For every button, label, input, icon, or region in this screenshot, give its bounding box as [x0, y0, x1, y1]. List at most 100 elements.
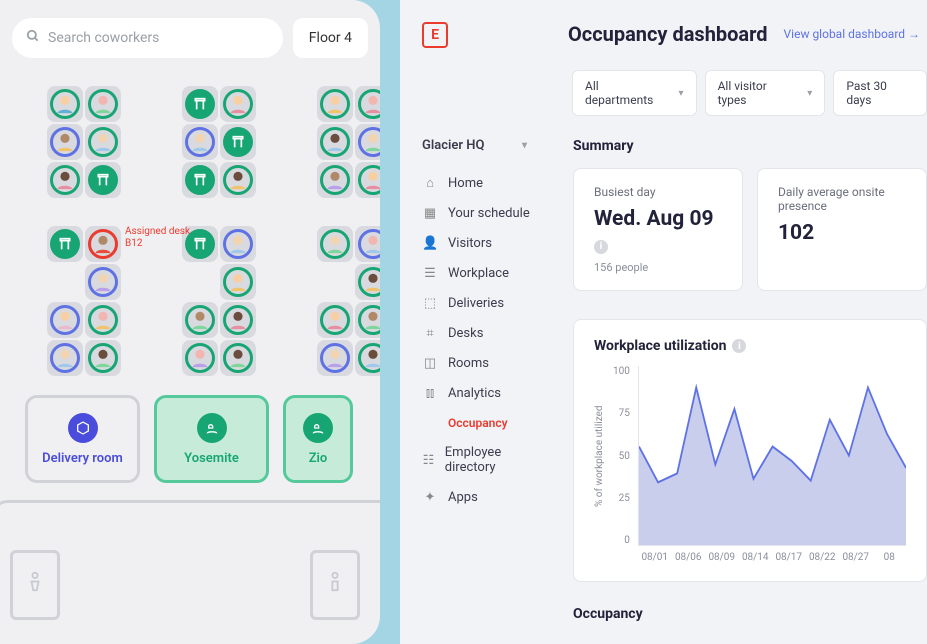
desk[interactable]	[182, 124, 218, 160]
search-input[interactable]: Search coworkers	[12, 18, 283, 58]
desk[interactable]	[47, 162, 83, 198]
rooms-icon: ◫	[422, 356, 438, 371]
package-icon	[68, 413, 98, 443]
floor-label: Floor 4	[309, 30, 352, 46]
summary-heading: Summary	[573, 138, 927, 154]
desk[interactable]	[47, 340, 83, 376]
chart-ylabel: % of workplace utilized	[594, 366, 605, 546]
assigned-desk[interactable]	[85, 226, 121, 262]
daily-avg-card: Daily average onsite presence 102	[757, 168, 927, 291]
nav-schedule[interactable]: ▦Your schedule	[422, 206, 533, 221]
desk[interactable]	[317, 124, 353, 160]
department-select[interactable]: All departments ▾	[572, 70, 697, 116]
stat-label: Daily average onsite presence	[778, 185, 906, 213]
desk[interactable]	[47, 124, 83, 160]
desk[interactable]	[355, 162, 380, 198]
period-select[interactable]: Past 30 days	[833, 70, 927, 116]
desk[interactable]	[355, 86, 380, 122]
desk[interactable]	[182, 162, 218, 198]
nav-directory[interactable]: ☷Employee directory	[422, 445, 533, 475]
nav-analytics[interactable]: ⫾⫾Analytics	[422, 386, 533, 401]
desk-area[interactable]: Assigned desk B12	[12, 86, 368, 426]
nav-home[interactable]: ⌂Home	[422, 175, 533, 191]
meeting-icon	[303, 413, 333, 443]
desk[interactable]	[220, 226, 256, 262]
chevron-down-icon: ▾	[807, 88, 812, 99]
restroom-icon	[310, 550, 360, 620]
desk[interactable]	[85, 302, 121, 338]
desk[interactable]	[85, 124, 121, 160]
desk[interactable]	[317, 226, 353, 262]
desk[interactable]	[220, 302, 256, 338]
open-desk-icon	[88, 165, 118, 195]
nav-workplace[interactable]: ☰Workplace	[422, 266, 533, 281]
desk[interactable]	[85, 86, 121, 122]
desk[interactable]	[355, 340, 380, 376]
stat-value: 102	[778, 221, 906, 245]
analytics-icon: ⫾⫾	[422, 386, 438, 401]
location-select[interactable]: Glacier HQ ▾	[422, 138, 533, 153]
nav-visitors[interactable]: 👤Visitors	[422, 236, 533, 251]
room-delivery[interactable]: Delivery room	[25, 395, 140, 483]
filter-row: All departments ▾ All visitor types ▾ Pa…	[572, 70, 927, 116]
desk[interactable]	[355, 124, 380, 160]
sidebar: Glacier HQ ▾ ⌂Home ▦Your schedule 👤Visit…	[422, 138, 533, 636]
search-icon	[26, 29, 40, 47]
search-placeholder: Search coworkers	[48, 30, 159, 46]
visitor-icon: 👤	[422, 236, 438, 251]
nav-occupancy[interactable]: Occupancy	[422, 416, 533, 430]
room-label: Delivery room	[42, 451, 123, 466]
desk[interactable]	[47, 302, 83, 338]
desk[interactable]	[182, 86, 218, 122]
calendar-icon: ▦	[422, 206, 438, 221]
floor-selector[interactable]: Floor 4	[293, 18, 368, 58]
info-icon[interactable]: i	[594, 240, 608, 254]
deliveries-icon: ⬚	[422, 296, 438, 311]
nav-rooms[interactable]: ◫Rooms	[422, 356, 533, 371]
stat-label: Busiest day	[594, 185, 722, 199]
open-desk-icon	[185, 165, 215, 195]
utilization-chart-card: Workplace utilization i % of workplace u…	[573, 319, 927, 582]
desk[interactable]	[317, 302, 353, 338]
desk[interactable]	[47, 226, 83, 262]
desk[interactable]	[220, 124, 256, 160]
chart-yaxis: 1007550250	[613, 366, 630, 546]
main-content: Summary Busiest day Wed. Aug 09 i 156 pe…	[573, 138, 927, 636]
desk[interactable]	[220, 162, 256, 198]
desk[interactable]	[355, 264, 380, 300]
nav-desks[interactable]: ⌗Desks	[422, 326, 533, 341]
desk[interactable]	[220, 86, 256, 122]
desk[interactable]	[47, 86, 83, 122]
desk[interactable]	[220, 264, 256, 300]
desk[interactable]	[182, 340, 218, 376]
desk[interactable]	[220, 340, 256, 376]
home-icon: ⌂	[422, 175, 438, 191]
desk[interactable]	[317, 340, 353, 376]
select-label: All departments	[585, 79, 669, 107]
desk[interactable]	[182, 302, 218, 338]
desk[interactable]	[355, 302, 380, 338]
chevron-down-icon: ▾	[679, 88, 684, 99]
desk[interactable]	[85, 340, 121, 376]
app-logo[interactable]: E	[422, 22, 448, 48]
desk[interactable]	[355, 226, 380, 262]
desk[interactable]	[85, 264, 121, 300]
global-dashboard-link[interactable]: View global dashboard →	[784, 27, 920, 41]
nav-deliveries[interactable]: ⬚Deliveries	[422, 296, 533, 311]
select-label: Past 30 days	[846, 79, 914, 107]
busiest-day-card: Busiest day Wed. Aug 09 i 156 people	[573, 168, 743, 291]
room-yosemite[interactable]: Yosemite	[154, 395, 269, 483]
visitor-type-select[interactable]: All visitor types ▾	[705, 70, 826, 116]
desk[interactable]	[317, 86, 353, 122]
rooms-row: Delivery room Yosemite Zio	[25, 395, 353, 483]
stat-value: Wed. Aug 09 i	[594, 207, 722, 255]
nav-apps[interactable]: ✦Apps	[422, 490, 533, 505]
info-icon[interactable]: i	[732, 339, 746, 353]
floorplan-header: Search coworkers Floor 4	[12, 18, 368, 58]
room-zion[interactable]: Zio	[283, 395, 353, 483]
occupancy-heading: Occupancy	[573, 606, 927, 622]
directory-icon: ☷	[422, 453, 435, 468]
desk[interactable]	[317, 162, 353, 198]
desk[interactable]	[85, 162, 121, 198]
chart-plot[interactable]	[638, 366, 906, 546]
